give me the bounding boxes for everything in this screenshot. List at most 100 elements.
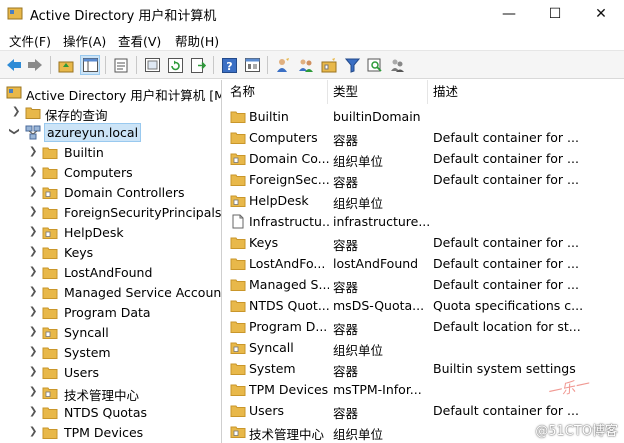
ad-snapin-icon [6, 86, 22, 99]
tree-item[interactable]: ❯ Syncall [0, 323, 221, 343]
list-row[interactable]: Infrastructu... infrastructure... [225, 212, 624, 233]
menu-file[interactable]: 文件(F) [9, 31, 51, 50]
tree-item[interactable]: ❯ ForeignSecurityPrincipals [0, 203, 222, 223]
tree-item[interactable]: ❯ Computers [0, 163, 221, 183]
chevron-right-icon[interactable]: ❯ [29, 366, 37, 377]
ou-folder-icon [230, 153, 246, 165]
chevron-right-icon[interactable]: ❯ [29, 346, 37, 357]
add-to-group-icon[interactable] [388, 55, 408, 75]
list-row[interactable]: Computers 容器 Default container for ... [225, 128, 624, 149]
list-row[interactable]: Domain Co... 组织单位 Default container for ..… [225, 149, 624, 170]
tree-item[interactable]: ❯ HelpDesk [0, 223, 221, 243]
new-group-icon[interactable] [296, 55, 316, 75]
cell-desc: Default container for ... [433, 172, 579, 187]
list-row[interactable]: Program D... 容器 Default location for st... [225, 317, 624, 338]
list-row[interactable]: ForeignSec... 容器 Default container for ... [225, 170, 624, 191]
tree-item[interactable]: ❯ 技术管理中心 [0, 383, 221, 403]
menu-bar: 文件(F) 操作(A) 查看(V) 帮助(H) [0, 28, 624, 50]
cell-name: Computers [249, 130, 318, 145]
help-icon[interactable]: ? [219, 55, 239, 75]
maximize-button[interactable]: ☐ [532, 0, 578, 28]
list-row[interactable]: Keys 容器 Default container for ... [225, 233, 624, 254]
list-row[interactable]: System 容器 Builtin system settings [225, 359, 624, 380]
folder-icon [42, 287, 58, 299]
folder-icon [230, 363, 246, 375]
new-user-icon[interactable] [273, 55, 293, 75]
toolbar-separator [105, 56, 106, 74]
chevron-right-icon[interactable]: ❯ [29, 206, 37, 217]
chevron-right-icon[interactable]: ❯ [29, 286, 37, 297]
tree-item[interactable]: ❯ Program Data [0, 303, 221, 323]
console-tree-pane[interactable]: Active Directory 用户和计算机 [Ma ❯ 保存的查询 ❯ az… [0, 80, 222, 443]
close-button[interactable]: ✕ [578, 0, 624, 28]
list-row[interactable]: HelpDesk 组织单位 [225, 191, 624, 212]
list-row[interactable]: Builtin builtinDomain [225, 107, 624, 128]
tree-item[interactable]: ❯ Users [0, 363, 221, 383]
tree-item[interactable]: ❯ Domain Controllers [0, 183, 221, 203]
chevron-right-icon[interactable]: ❯ [29, 266, 37, 277]
tree-item-label: ForeignSecurityPrincipals [64, 205, 222, 220]
tree-item-label: Program Data [64, 305, 151, 320]
tree-item[interactable]: ❯ Builtin [0, 143, 221, 163]
console-tree-icon[interactable] [242, 55, 262, 75]
chevron-right-icon[interactable]: ❯ [29, 426, 37, 437]
tree-item[interactable]: ❯ System [0, 343, 221, 363]
chevron-right-icon[interactable]: ❯ [29, 166, 37, 177]
chevron-right-icon[interactable]: ❯ [29, 386, 37, 397]
folder-icon [230, 258, 246, 270]
chevron-right-icon[interactable]: ❯ [29, 146, 37, 157]
menu-view[interactable]: 查看(V) [118, 31, 161, 50]
folder-icon [230, 405, 246, 417]
new-ou-icon[interactable] [319, 55, 339, 75]
ou-folder-icon [42, 327, 58, 339]
document-icon [232, 214, 244, 229]
cell-type: builtinDomain [333, 109, 421, 124]
list-row[interactable]: Syncall 组织单位 [225, 338, 624, 359]
tree-item-domain[interactable]: ❯ azureyun.local [0, 123, 221, 143]
column-header-type[interactable]: 类型 [328, 80, 428, 104]
list-row[interactable]: Users 容器 Default container for ... [225, 401, 624, 422]
cell-name: System [249, 361, 296, 376]
chevron-right-icon[interactable]: ❯ [29, 306, 37, 317]
menu-action[interactable]: 操作(A) [63, 31, 106, 50]
back-arrow-icon[interactable] [4, 55, 24, 75]
forward-arrow-icon[interactable] [25, 55, 45, 75]
folder-icon [230, 132, 246, 144]
chevron-right-icon[interactable]: ❯ [29, 326, 37, 337]
chevron-right-icon[interactable]: ❯ [29, 186, 37, 197]
list-row[interactable]: Managed S... 容器 Default container for ... [225, 275, 624, 296]
menu-help[interactable]: 帮助(H) [175, 31, 219, 50]
properties-icon[interactable] [111, 55, 131, 75]
cell-name: Keys [249, 235, 279, 250]
tree-item-label: Keys [64, 245, 94, 260]
tree-item-label: Managed Service Accounts [64, 285, 222, 300]
refresh-icon[interactable] [165, 55, 185, 75]
tree-item[interactable]: ❯ TPM Devices [0, 423, 221, 443]
tree-item[interactable]: ❯ LostAndFound [0, 263, 221, 283]
list-row[interactable]: LostAndFo... lostAndFound Default containe… [225, 254, 624, 275]
chevron-right-icon[interactable]: ❯ [29, 406, 37, 417]
ou-folder-icon [42, 187, 58, 199]
up-folder-icon[interactable] [56, 55, 76, 75]
tree-root[interactable]: Active Directory 用户和计算机 [Ma [0, 83, 221, 103]
chevron-down-icon[interactable]: ❯ [9, 127, 20, 135]
export-list-icon[interactable] [188, 55, 208, 75]
show-tree-icon[interactable] [80, 55, 100, 75]
toolbar-separator [136, 56, 137, 74]
minimize-button[interactable]: — [486, 0, 532, 28]
cell-desc: Default container for ... [433, 256, 579, 271]
chevron-right-icon[interactable]: ❯ [12, 106, 20, 117]
tree-item-label: Users [64, 365, 100, 380]
column-header-description[interactable]: 描述 [428, 80, 624, 104]
console-icon[interactable] [142, 55, 162, 75]
tree-item[interactable]: ❯ Managed Service Accounts [0, 283, 222, 303]
chevron-right-icon[interactable]: ❯ [29, 246, 37, 257]
tree-item[interactable]: ❯ NTDS Quotas [0, 403, 221, 423]
find-icon[interactable] [365, 55, 385, 75]
tree-item[interactable]: ❯ Keys [0, 243, 221, 263]
tree-item-saved-queries[interactable]: ❯ 保存的查询 [0, 103, 221, 123]
chevron-right-icon[interactable]: ❯ [29, 226, 37, 237]
list-row[interactable]: NTDS Quot... msDS-Quota... Quota specifica… [225, 296, 624, 317]
filter-icon[interactable] [342, 55, 362, 75]
column-header-name[interactable]: 名称 [225, 80, 328, 104]
